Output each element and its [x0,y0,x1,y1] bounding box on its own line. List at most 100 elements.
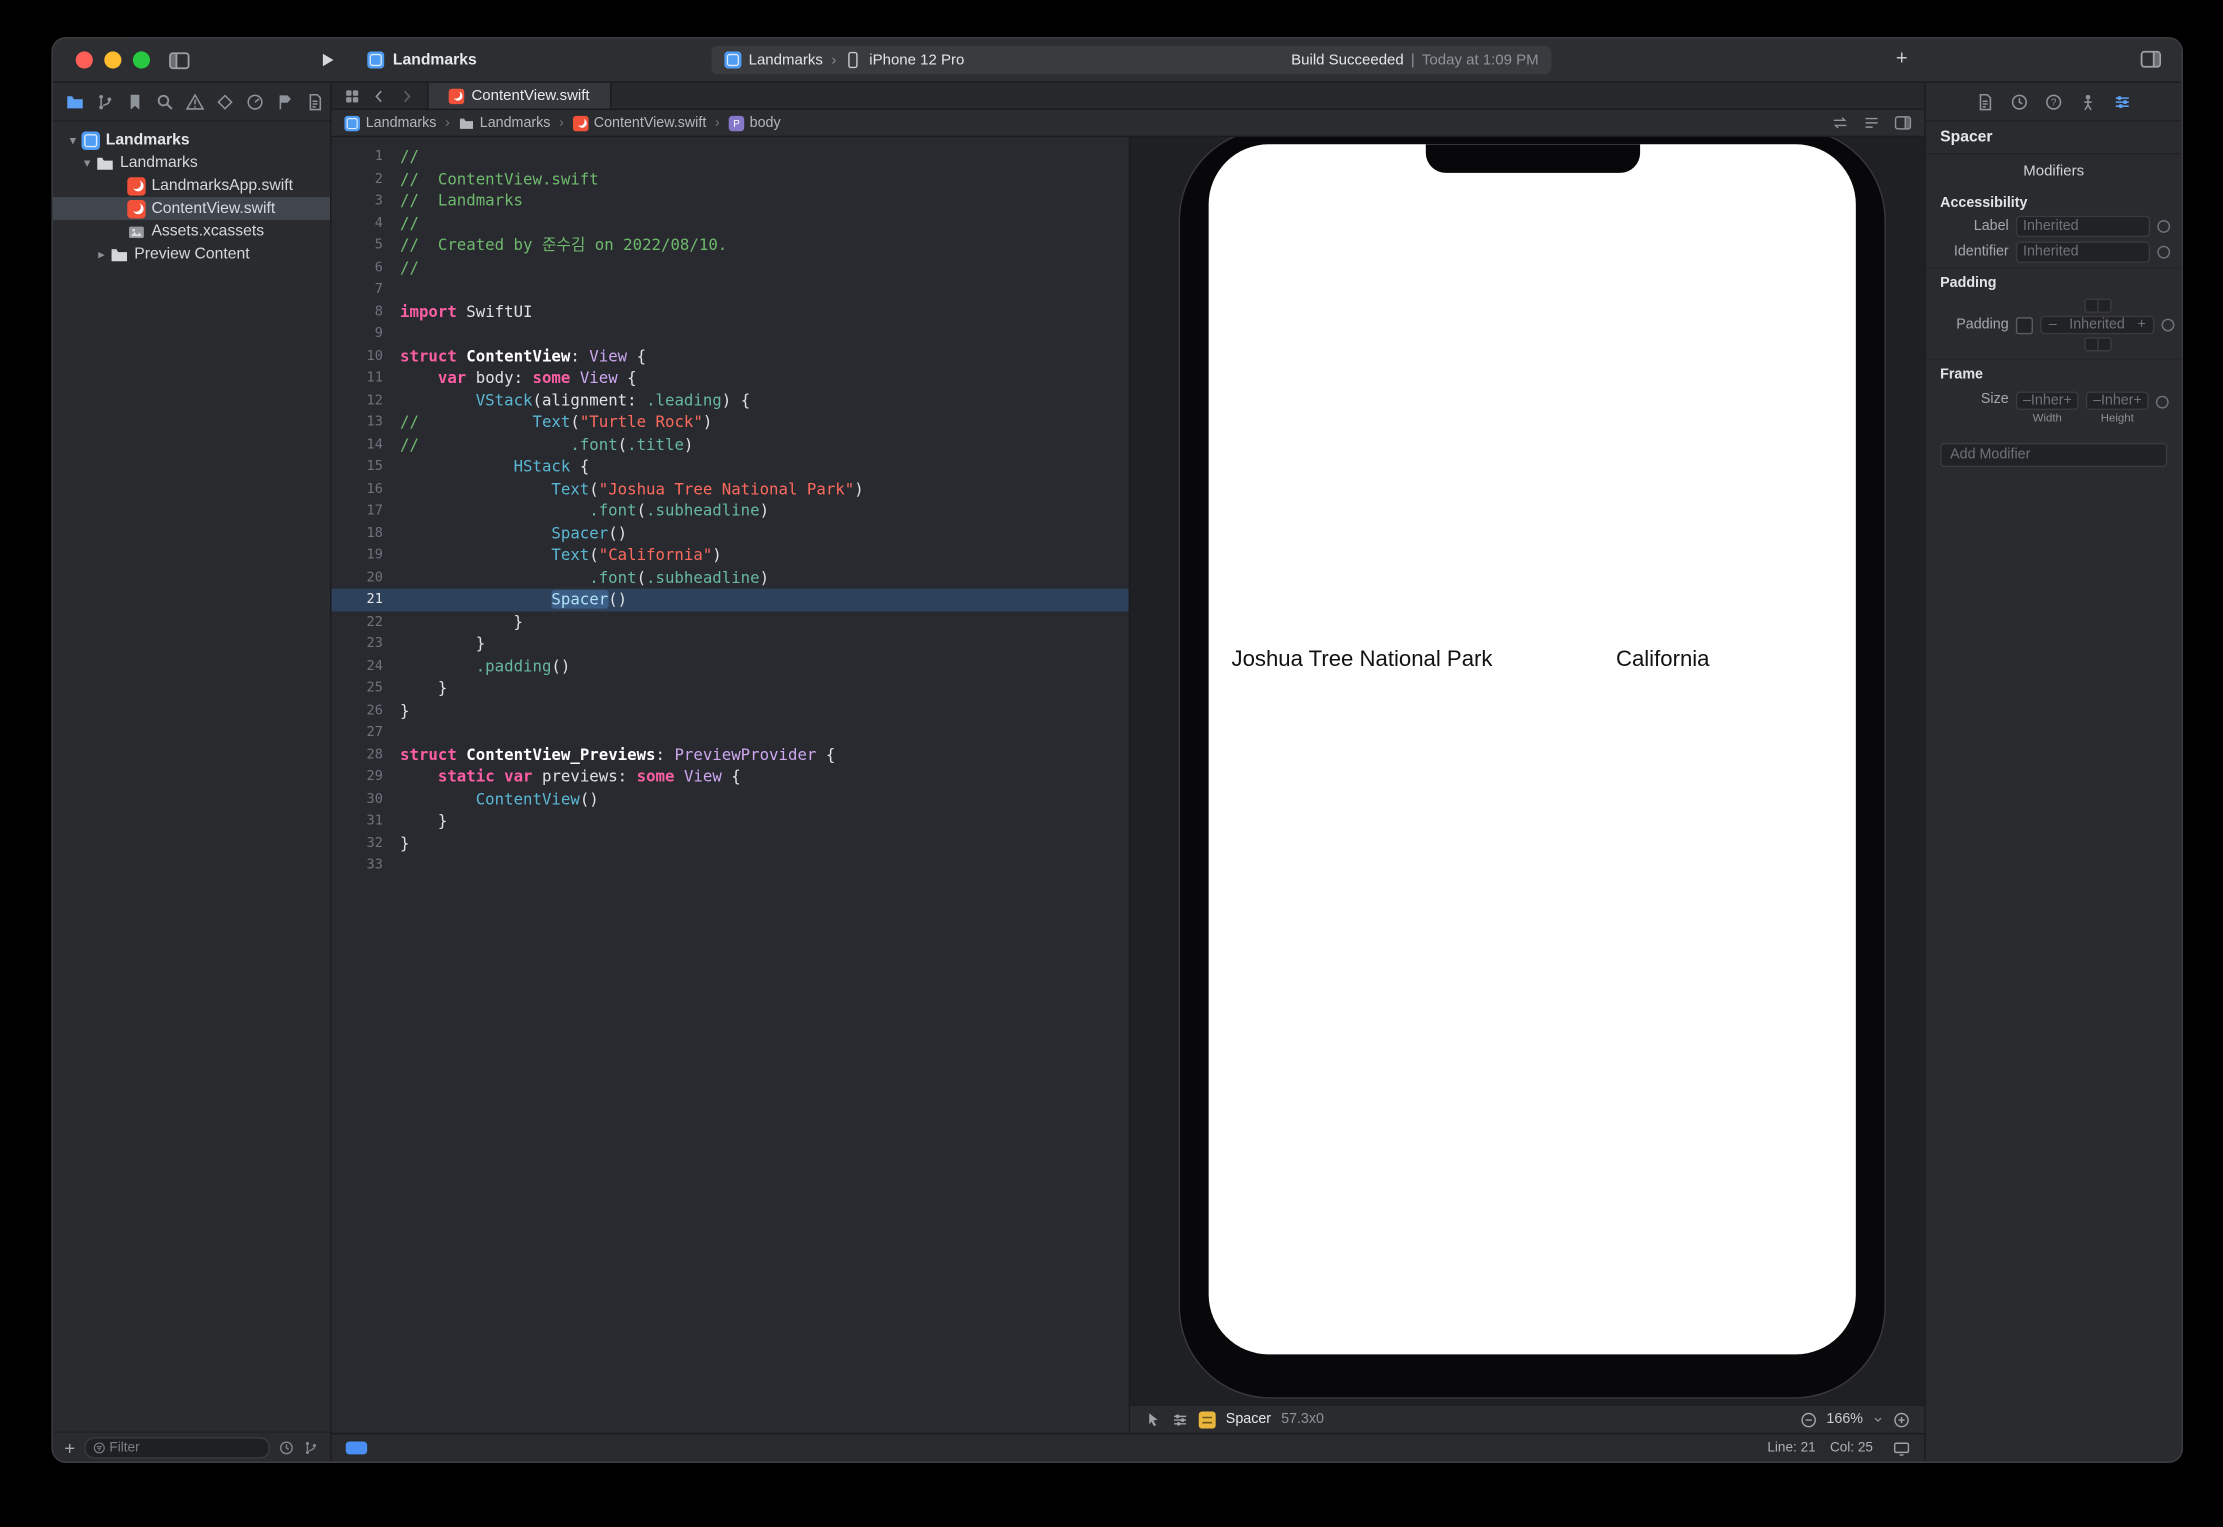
code-line[interactable]: 27 [331,721,1128,743]
preview-park-text[interactable]: Joshua Tree National Park [1232,647,1493,673]
file-inspector-icon[interactable] [1976,92,1995,111]
preview-settings-icon[interactable] [1172,1411,1189,1428]
selection-pointer-icon[interactable] [1144,1411,1161,1428]
adjust-editor-icon[interactable] [1863,114,1880,131]
reports-navigator-icon[interactable] [306,92,325,111]
code-line[interactable]: 17 .font(.subheadline) [331,500,1128,522]
breadcrumb-item[interactable]: Pbody [728,115,780,131]
filter-input[interactable]: Filter [84,1437,270,1458]
preview-state-text[interactable]: California [1616,647,1710,673]
selection-label[interactable]: Spacer [1226,1412,1271,1428]
editor-options-icon[interactable] [1894,114,1911,131]
source-control-navigator-icon[interactable] [96,92,115,111]
code-line[interactable]: 30 ContentView() [331,788,1128,810]
code-line[interactable]: 24 .padding() [331,655,1128,677]
code-line[interactable]: 14// .font(.title) [331,434,1128,456]
frame-height-stepper[interactable]: – Inher + [2086,391,2149,410]
code-line[interactable]: 15 HStack { [331,456,1128,478]
padding-checkbox[interactable] [2016,316,2033,333]
code-line[interactable]: 1// [331,146,1128,168]
accessibility-inspector-icon[interactable] [2079,92,2098,111]
breadcrumb-item[interactable]: Landmarks [344,115,436,131]
code-line[interactable]: 23 } [331,633,1128,655]
zoom-out-icon[interactable] [1801,1411,1818,1428]
preview-canvas[interactable]: Joshua Tree National Park California [1130,137,1924,1404]
code-line[interactable]: 28struct ContentView_Previews: PreviewPr… [331,744,1128,766]
toggle-inspector-icon[interactable] [2140,49,2161,70]
disclosure-triangle-icon[interactable]: ▸ [93,246,110,262]
code-line[interactable]: 19 Text("California") [331,544,1128,566]
label-binding-dot[interactable] [2157,220,2170,233]
tests-navigator-icon[interactable] [216,92,235,111]
padding-plus[interactable]: + [2137,317,2145,333]
history-inspector-icon[interactable] [2010,92,2029,111]
disclosure-triangle-icon[interactable]: ▾ [64,132,81,148]
code-line[interactable]: 18 Spacer() [331,522,1128,544]
code-line[interactable]: 12 VStack(alignment: .leading) { [331,389,1128,411]
file-tree-row[interactable]: LandmarksApp.swift [53,174,330,197]
code-review-icon[interactable] [1832,114,1849,131]
size-binding-dot[interactable] [2156,396,2169,409]
padding-top-stepper[interactable] [2084,299,2111,313]
padding-value-stepper[interactable]: – Inherited + [2040,316,2154,335]
recent-files-filter-icon[interactable] [279,1439,295,1455]
padding-minus[interactable]: – [2049,317,2057,333]
minimize-button[interactable] [104,51,121,68]
source-control-filter-icon[interactable] [303,1439,319,1455]
code-line[interactable]: 5// Created by 준수김 on 2022/08/10. [331,234,1128,256]
scheme-selector[interactable]: Landmarks [749,51,823,68]
breakpoints-toggle[interactable] [346,1442,367,1455]
code-line[interactable]: 20 .font(.subheadline) [331,566,1128,588]
file-tree-row[interactable]: ContentView.swift [53,197,330,220]
add-modifier-input[interactable]: Add Modifier [1940,443,2167,467]
breakpoints-navigator-icon[interactable] [276,92,295,111]
code-line[interactable]: 16 Text("Joshua Tree National Park") [331,478,1128,500]
code-editor[interactable]: 1//2// ContentView.swift3// Landmarks4//… [331,137,1128,1433]
back-icon[interactable] [371,88,387,104]
code-line[interactable]: 32} [331,832,1128,854]
close-button[interactable] [76,51,93,68]
code-line[interactable]: 3// Landmarks [331,190,1128,212]
quick-help-inspector-icon[interactable]: ? [2044,92,2063,111]
code-line[interactable]: 7 [331,279,1128,301]
code-line[interactable]: 11 var body: some View { [331,367,1128,389]
frame-width-stepper[interactable]: – Inher + [2016,391,2079,410]
bookmarks-navigator-icon[interactable] [126,92,145,111]
code-line[interactable]: 21 Spacer() [331,589,1128,611]
file-tree-row[interactable]: ▾Landmarks [53,151,330,174]
file-tree-row[interactable]: ▸Preview Content [53,243,330,266]
attributes-inspector-icon[interactable] [2113,92,2132,111]
code-line[interactable]: 9 [331,323,1128,345]
code-line[interactable]: 25 } [331,677,1128,699]
code-line[interactable]: 22 } [331,611,1128,633]
code-line[interactable]: 4// [331,212,1128,234]
accessibility-identifier-input[interactable]: Inherited [2016,241,2150,262]
build-status[interactable]: Build Succeeded | Today at 1:09 PM [1291,51,1539,68]
editor-display-icon[interactable] [1893,1439,1910,1456]
code-line[interactable]: 29 static var previews: some View { [331,766,1128,788]
identifier-binding-dot[interactable] [2157,246,2170,259]
disclosure-triangle-icon[interactable]: ▾ [79,155,96,171]
breadcrumb-item[interactable]: Landmarks [458,115,550,131]
padding-binding-dot[interactable] [2162,319,2175,332]
run-destination-selector[interactable]: iPhone 12 Pro [869,51,964,68]
zoom-in-icon[interactable] [1893,1411,1910,1428]
file-tree-row[interactable]: ▾Landmarks [53,129,330,152]
code-line[interactable]: 31 } [331,810,1128,832]
issues-navigator-icon[interactable] [186,92,205,111]
zoom-chevron-down-icon[interactable] [1872,1413,1885,1426]
project-navigator-icon[interactable] [66,92,85,111]
preview-hstack[interactable]: Joshua Tree National Park California [1232,647,1833,673]
accessibility-label-input[interactable]: Inherited [2016,216,2150,237]
forward-icon[interactable] [399,88,415,104]
padding-bottom-stepper[interactable] [2084,337,2111,351]
debug-navigator-icon[interactable] [246,92,265,111]
tab-contentview[interactable]: ContentView.swift [427,83,611,109]
library-button[interactable]: + [1896,47,1908,67]
fullscreen-button[interactable] [133,51,150,68]
editor-grid-icon[interactable] [344,88,360,104]
zoom-level[interactable]: 166% [1826,1412,1863,1428]
run-button[interactable] [319,51,336,68]
code-line[interactable]: 2// ContentView.swift [331,168,1128,190]
code-line[interactable]: 8import SwiftUI [331,301,1128,323]
